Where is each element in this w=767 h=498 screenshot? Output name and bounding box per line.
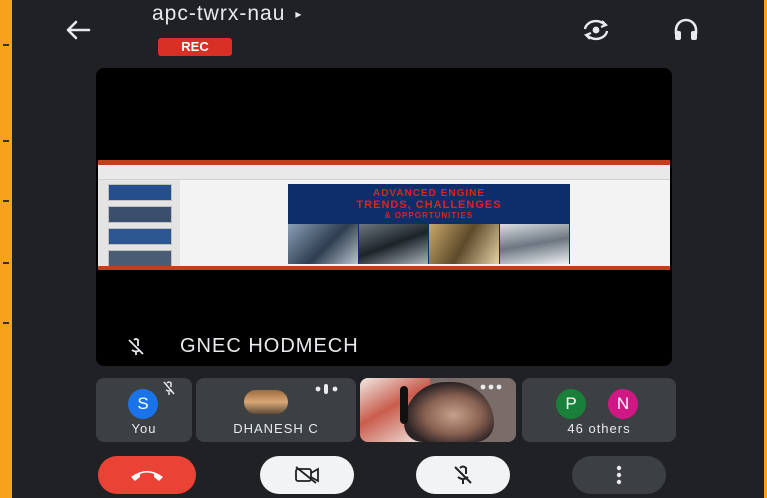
participant-name: You: [131, 421, 157, 436]
slide-image: [288, 224, 358, 264]
participant-tile-you[interactable]: S You: [96, 378, 192, 442]
meeting-title[interactable]: apc-twrx-nau ▸: [152, 2, 302, 26]
end-call-button[interactable]: [98, 456, 196, 494]
camera-toggle-button[interactable]: [260, 456, 354, 494]
slide-image: [358, 224, 428, 264]
slide-images: [288, 224, 570, 264]
more-vertical-icon: [616, 465, 622, 485]
mic-off-icon: [163, 381, 175, 395]
more-horizontal-icon[interactable]: [314, 384, 340, 394]
frame-mark: [3, 140, 9, 142]
frame-mark: [3, 44, 9, 46]
arrow-left-icon: [66, 20, 91, 40]
speaker-label: GNEC HODMECH: [126, 335, 359, 358]
avatar: S: [128, 389, 158, 419]
slide-image: [499, 224, 569, 264]
slide-thumbnail: [108, 250, 172, 267]
participant-tile-dhanesh[interactable]: DHANESH C: [196, 378, 356, 442]
headphone-band: [400, 386, 408, 424]
caret-right-icon: ▸: [295, 7, 303, 22]
slide-thumbnail: [108, 228, 172, 245]
frame-mark: [3, 200, 9, 202]
recording-badge: REC: [158, 38, 232, 56]
meeting-code: apc-twrx-nau: [152, 2, 286, 25]
avatar: P: [556, 389, 586, 419]
switch-camera-icon: [583, 19, 609, 41]
shared-screen: ADVANCED ENGINE TRENDS, CHALLENGES & OPP…: [98, 160, 670, 270]
ppt-ribbon: [98, 165, 670, 180]
speaker-name: GNEC HODMECH: [180, 335, 359, 357]
ppt-slide-thumbnails: [98, 180, 180, 267]
back-button[interactable]: [58, 10, 98, 50]
frame-mark: [3, 262, 9, 264]
participant-name: DHANESH C: [233, 421, 319, 436]
meet-app: apc-twrx-nau ▸ REC ADVANCED ENGINE TREND…: [12, 0, 764, 498]
slide-title-line: ADVANCED ENGINE: [372, 188, 486, 199]
slide-thumbnail: [108, 206, 172, 223]
more-horizontal-icon[interactable]: [480, 384, 502, 390]
avatar: N: [608, 389, 638, 419]
slide-title-line: TRENDS, CHALLENGES: [356, 199, 502, 211]
mic-toggle-button[interactable]: [416, 456, 510, 494]
mic-off-icon: [454, 465, 472, 484]
participant-tile-others[interactable]: P N 46 others: [522, 378, 676, 442]
end-call-icon: [131, 471, 163, 481]
headphones-icon: [674, 18, 698, 40]
avatar: [244, 390, 288, 414]
slide-title-line: & OPPORTUNITIES: [384, 211, 474, 220]
participant-tile-video[interactable]: [360, 378, 516, 442]
switch-camera-button[interactable]: [578, 14, 614, 46]
slide-image: [429, 224, 499, 264]
slide-thumbnail: [108, 184, 172, 201]
participant-name: 46 others: [567, 421, 631, 436]
top-bar: apc-twrx-nau ▸ REC: [12, 0, 764, 60]
frame-mark: [3, 322, 9, 324]
mic-off-icon: [128, 337, 144, 355]
main-video-tile[interactable]: ADVANCED ENGINE TRENDS, CHALLENGES & OPP…: [96, 68, 672, 366]
current-slide: ADVANCED ENGINE TRENDS, CHALLENGES & OPP…: [288, 184, 570, 264]
more-options-button[interactable]: [572, 456, 666, 494]
camera-off-icon: [295, 466, 319, 484]
audio-output-button[interactable]: [668, 14, 704, 46]
window-frame-left: [0, 0, 12, 498]
ppt-status-bar: [98, 266, 670, 270]
